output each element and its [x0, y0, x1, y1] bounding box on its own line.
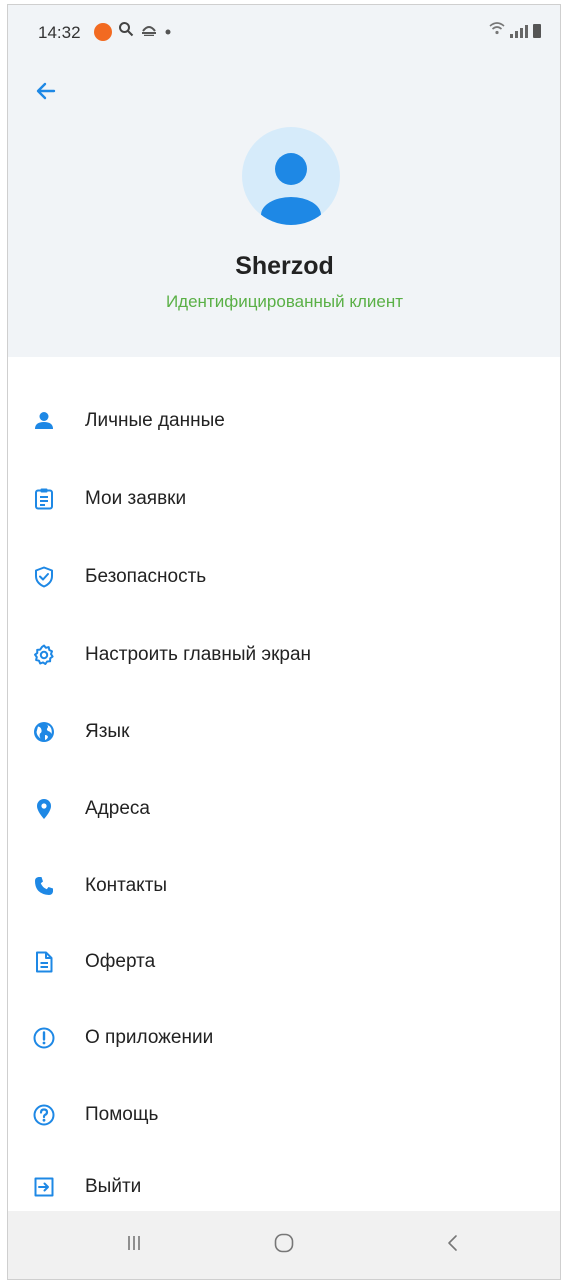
weather-icon	[140, 22, 158, 41]
location-pin-icon	[32, 797, 56, 821]
menu-item-label: Настроить главный экран	[85, 644, 312, 665]
search-icon	[118, 21, 134, 42]
notification-dot-icon	[94, 22, 112, 41]
globe-icon	[32, 720, 56, 744]
profile-screen: 14:32 Sherzod Идентифицированный клиент …	[8, 5, 561, 1280]
status-bar: 14:32	[8, 5, 561, 55]
menu-item-personal-data[interactable]: Личные данные	[8, 391, 561, 451]
menu-item-label: Безопасность	[85, 566, 207, 587]
menu-item-home-screen-settings[interactable]: Настроить главный экран	[8, 625, 561, 685]
back-icon	[443, 1233, 463, 1258]
menu-item-security[interactable]: Безопасность	[8, 547, 561, 607]
menu-item-label: Оферта	[85, 951, 156, 972]
arrow-left-icon	[34, 79, 58, 108]
gear-icon	[32, 643, 56, 667]
menu-item-label: Личные данные	[85, 410, 225, 431]
home-button[interactable]	[244, 1211, 324, 1280]
system-nav-bar	[8, 1211, 561, 1280]
profile-header: 14:32 Sherzod Идентифицированный клиент	[8, 5, 561, 357]
menu-item-label: Контакты	[85, 875, 168, 896]
wifi-icon	[489, 21, 505, 40]
recent-apps-icon	[124, 1233, 144, 1258]
menu-item-label: Адреса	[85, 798, 150, 819]
menu-item-contacts[interactable]: Контакты	[8, 856, 561, 916]
clipboard-icon	[32, 487, 56, 511]
status-time: 14:32	[38, 23, 81, 42]
menu-item-addresses[interactable]: Адреса	[8, 779, 561, 839]
user-status: Идентифицированный клиент	[165, 292, 404, 311]
recent-apps-button[interactable]	[94, 1211, 174, 1280]
menu-item-my-requests[interactable]: Мои заявки	[8, 469, 561, 529]
menu-item-label: Язык	[85, 721, 130, 742]
home-icon	[272, 1231, 296, 1260]
menu-item-language[interactable]: Язык	[8, 702, 561, 762]
person-icon	[32, 409, 56, 433]
avatar[interactable]	[242, 127, 340, 225]
menu-item-logout[interactable]: Выйти	[8, 1157, 561, 1217]
back-button[interactable]	[28, 75, 64, 111]
status-icons-left	[94, 21, 172, 42]
menu-item-about-app[interactable]: О приложении	[8, 1008, 561, 1068]
menu-item-offer[interactable]: Оферта	[8, 932, 561, 992]
dot-icon	[164, 23, 172, 41]
signal-icon	[510, 24, 528, 38]
phone-icon	[32, 874, 56, 898]
logout-icon	[32, 1175, 56, 1199]
menu-item-help[interactable]: Помощь	[8, 1085, 561, 1145]
menu-item-label: Мои заявки	[85, 488, 187, 509]
info-circle-icon	[32, 1026, 56, 1050]
user-name: Sherzod	[235, 252, 334, 280]
document-icon	[32, 950, 56, 974]
menu-item-label: Помощь	[85, 1104, 159, 1125]
system-back-button[interactable]	[413, 1211, 493, 1280]
status-icons-right	[489, 21, 541, 40]
menu-item-label: О приложении	[85, 1027, 214, 1048]
battery-icon	[533, 23, 541, 38]
help-circle-icon	[32, 1103, 56, 1127]
person-avatar-icon	[261, 153, 321, 225]
menu-item-label: Выйти	[85, 1176, 142, 1197]
shield-check-icon	[32, 565, 56, 589]
